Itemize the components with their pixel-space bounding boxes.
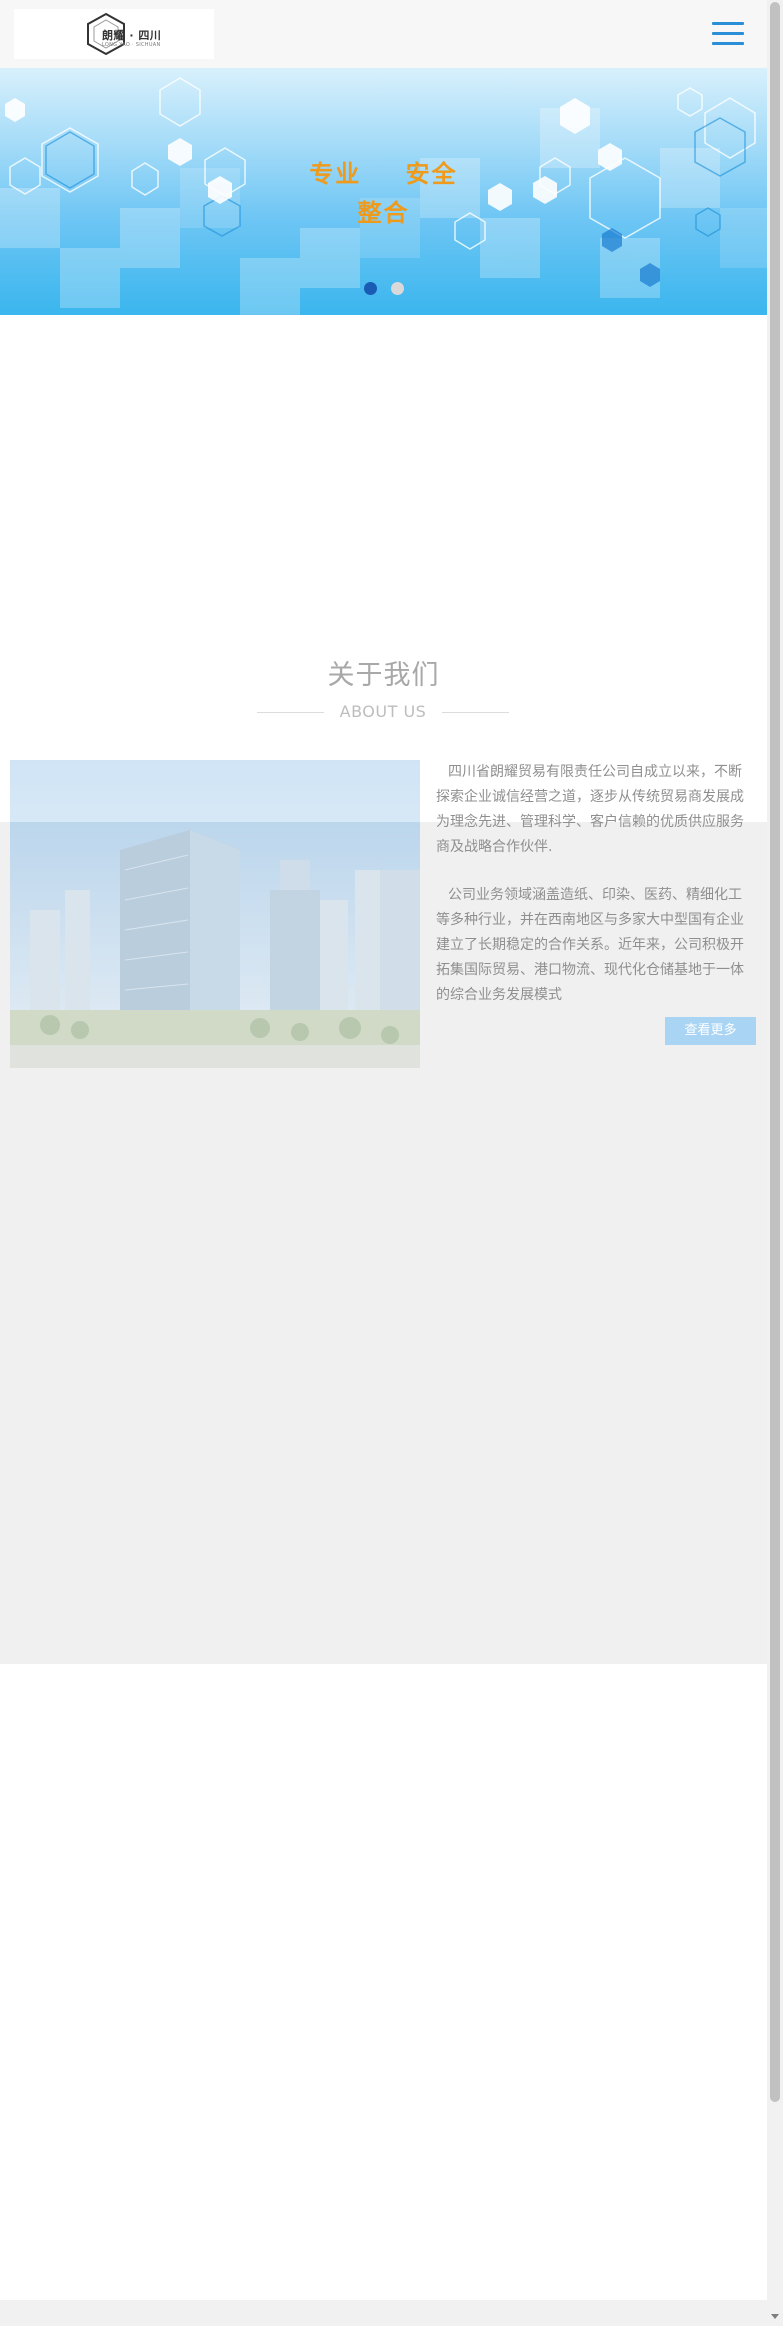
carousel-dots bbox=[364, 280, 413, 299]
banner-slogan-line2: 整合 bbox=[357, 199, 410, 227]
carousel-dot-2[interactable] bbox=[391, 282, 405, 295]
scroll-down-arrow-icon[interactable] bbox=[771, 2314, 779, 2319]
carousel-dot-1[interactable] bbox=[364, 282, 377, 295]
about-title: 关于我们 bbox=[327, 660, 440, 691]
logo-text: 朗耀 · 四川 bbox=[102, 29, 162, 42]
about-paragraph-2: 公司业务领域涵盖造纸、印染、医药、精细化工等多种行业，并在西南地区与多家大中型国… bbox=[436, 887, 744, 1003]
view-more-button[interactable]: 查看更多 bbox=[665, 1017, 756, 1045]
site-header: 朗耀 · 四川 LONG YAO · SICHUAN bbox=[0, 0, 767, 68]
banner-background bbox=[0, 77, 767, 315]
vertical-scrollbar[interactable] bbox=[767, 0, 783, 2326]
hamburger-menu-icon[interactable] bbox=[712, 22, 744, 48]
about-subtitle-block: ABOUT US bbox=[257, 700, 509, 724]
hero-banner: 专业 安全 整合 bbox=[0, 68, 767, 315]
about-text: 四川省朗耀贸易有限责任公司自成立以来，不断探索企业诚信经营之道，逐步从传统贸易商… bbox=[436, 760, 754, 1031]
horizontal-scrollbar[interactable] bbox=[0, 2300, 767, 2326]
scrollbar-thumb[interactable] bbox=[770, 2, 780, 2102]
about-paragraph-1: 四川省朗耀贸易有限责任公司自成立以来，不断探索企业诚信经营之道，逐步从传统贸易商… bbox=[436, 764, 744, 855]
site-logo[interactable]: 朗耀 · 四川 LONG YAO · SICHUAN bbox=[14, 9, 214, 59]
banner-slogan-line1: 专业 安全 bbox=[309, 160, 458, 188]
divider-right bbox=[442, 712, 509, 713]
company-building-image bbox=[10, 760, 420, 1068]
logo-subtext: LONG YAO · SICHUAN bbox=[102, 42, 161, 48]
